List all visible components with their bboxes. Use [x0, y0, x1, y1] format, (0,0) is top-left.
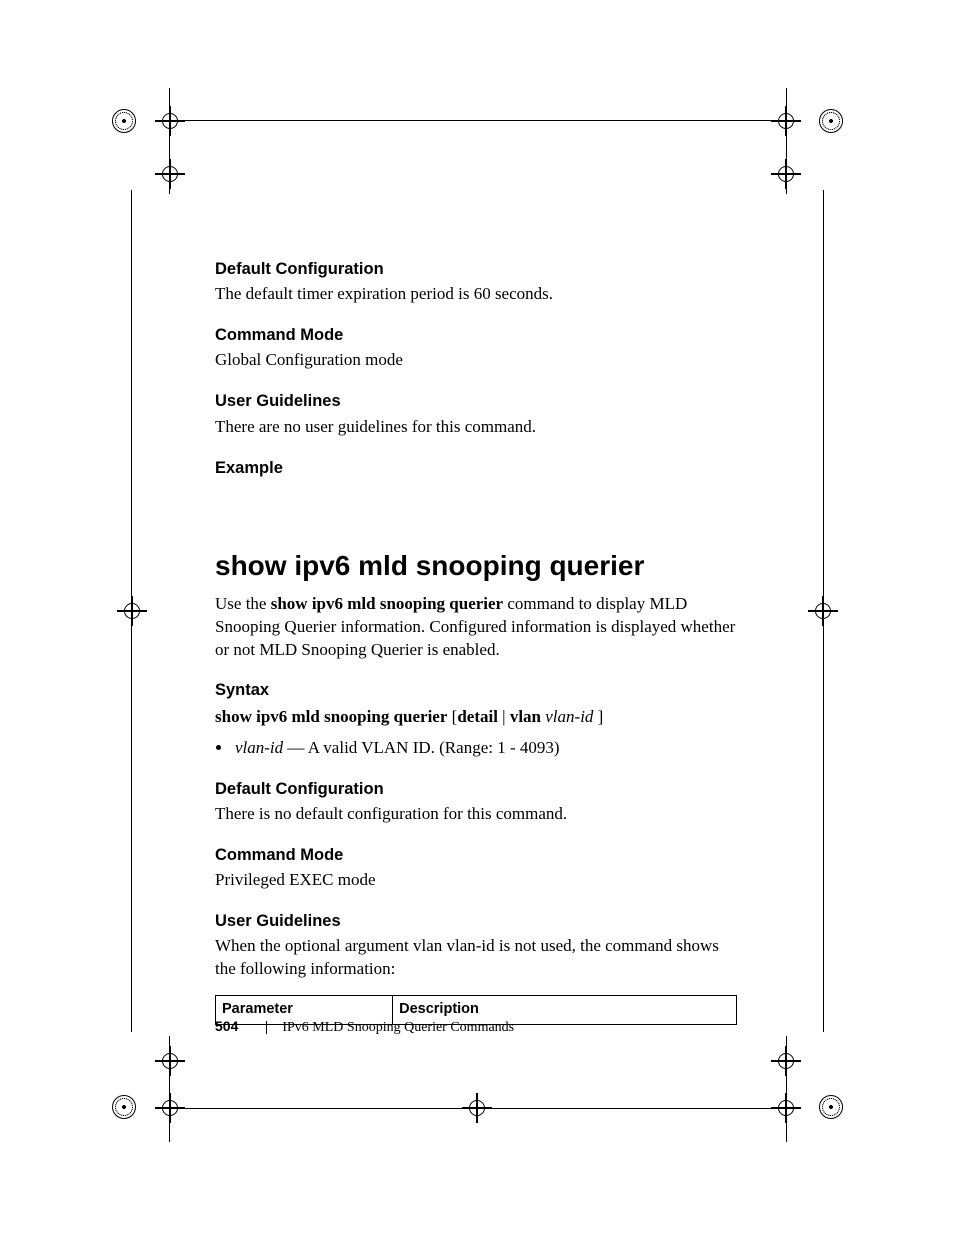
registration-mark-icon — [121, 600, 143, 622]
crop-mark-rosette — [112, 109, 136, 133]
text: | — [498, 707, 510, 726]
heading-command-mode: Command Mode — [215, 844, 737, 866]
text: — — [283, 738, 308, 757]
crop-line — [169, 88, 170, 194]
crop-line — [169, 1036, 170, 1142]
syntax-variable: vlan-id — [545, 707, 593, 726]
chapter-title: IPv6 MLD Snooping Querier Commands — [282, 1020, 514, 1035]
registration-mark-icon — [159, 1050, 181, 1072]
heading-user-guidelines: User Guidelines — [215, 390, 737, 412]
body-text: Privileged EXEC mode — [215, 869, 737, 892]
crop-line — [131, 190, 132, 1032]
registration-mark-icon — [159, 163, 181, 185]
page-footer: 504 IPv6 MLD Snooping Querier Commands — [215, 1017, 514, 1038]
syntax-keyword: vlan — [510, 707, 541, 726]
document-page: Default Configuration The default timer … — [0, 0, 954, 1235]
heading-syntax: Syntax — [215, 679, 737, 701]
body-text: There is no default configuration for th… — [215, 803, 737, 826]
list-item: vlan-id — A valid VLAN ID. (Range: 1 - 4… — [233, 737, 737, 760]
crop-line — [786, 88, 787, 194]
crop-line — [173, 1108, 782, 1109]
text: [ — [447, 707, 457, 726]
body-text: Global Configuration mode — [215, 349, 737, 372]
syntax-keyword: show ipv6 mld snooping querier — [215, 707, 447, 726]
crop-mark-rosette — [819, 109, 843, 133]
heading-default-configuration: Default Configuration — [215, 258, 737, 280]
body-text: There are no user guidelines for this co… — [215, 416, 737, 439]
registration-mark-icon — [159, 110, 181, 132]
crop-line — [823, 190, 824, 1032]
syntax-variable: vlan-id — [235, 738, 283, 757]
page-number: 504 — [215, 1018, 238, 1034]
syntax-bullet-list: vlan-id — A valid VLAN ID. (Range: 1 - 4… — [233, 737, 737, 760]
heading-command-mode: Command Mode — [215, 324, 737, 346]
syntax-keyword: detail — [457, 707, 498, 726]
body-text: When the optional argument vlan vlan-id … — [215, 935, 737, 981]
crop-mark-rosette — [112, 1095, 136, 1119]
footer-divider — [266, 1021, 267, 1034]
heading-default-configuration: Default Configuration — [215, 778, 737, 800]
body-text: The default timer expiration period is 6… — [215, 283, 737, 306]
text: A valid VLAN ID. (Range: 1 - 4093) — [308, 738, 560, 757]
text: ] — [593, 707, 603, 726]
command-name-inline: show ipv6 mld snooping querier — [271, 594, 503, 613]
text: Use the — [215, 594, 271, 613]
crop-mark-rosette — [819, 1095, 843, 1119]
crop-line — [786, 1036, 787, 1142]
command-description: Use the show ipv6 mld snooping querier c… — [215, 593, 737, 662]
syntax-line: show ipv6 mld snooping querier [detail |… — [215, 706, 737, 729]
crop-line — [173, 120, 782, 121]
heading-example: Example — [215, 457, 737, 479]
heading-user-guidelines: User Guidelines — [215, 910, 737, 932]
page-content: Default Configuration The default timer … — [215, 258, 737, 1025]
command-title: show ipv6 mld snooping querier — [215, 547, 737, 585]
